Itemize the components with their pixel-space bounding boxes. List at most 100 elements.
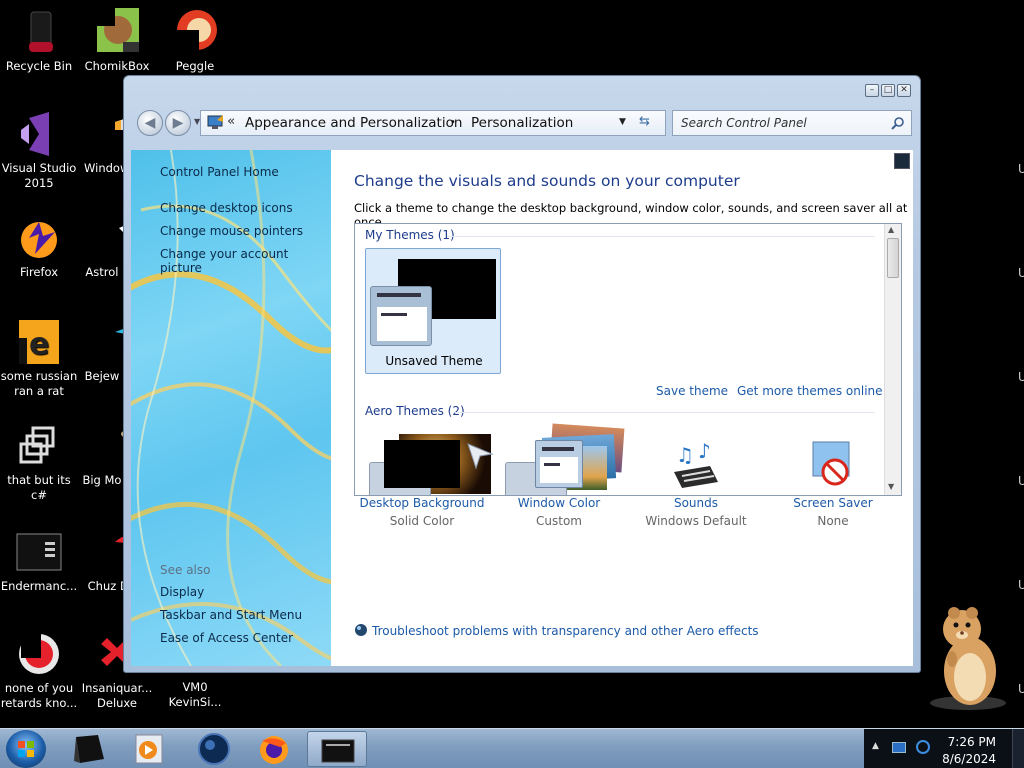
main-content-pane: Change the visuals and sounds on your co… xyxy=(331,150,913,666)
control-panel-window-icon xyxy=(321,739,355,763)
desktop-icon-chomikbox[interactable]: ChomikBox xyxy=(78,8,156,74)
search-placeholder: Search Control Panel xyxy=(681,116,807,130)
taskbar-firefox[interactable] xyxy=(244,731,304,767)
search-icon[interactable] xyxy=(891,115,905,134)
help-icon[interactable] xyxy=(894,153,910,169)
firefox-icon xyxy=(15,214,63,262)
window-color-label: Window Color xyxy=(517,496,601,510)
window-color-value: Custom xyxy=(536,514,582,528)
globe-icon xyxy=(198,733,230,765)
desktop-background-value: Solid Color xyxy=(389,514,455,528)
personalization-window[interactable]: – □ ✕ ◀ ▶ ▼ « Appearance and Personaliza… xyxy=(123,75,921,673)
desktop-icon-label: Visual Studio 2015 xyxy=(1,161,77,190)
clock-time: 7:26 PM xyxy=(947,735,996,749)
address-bar[interactable]: « Appearance and Personalization • Perso… xyxy=(200,110,666,136)
app-window-icon xyxy=(15,528,63,576)
windows-logo-icon xyxy=(18,741,34,757)
clipped-icon-label: U xyxy=(1018,266,1024,280)
hamster-desktop-pet[interactable] xyxy=(924,605,1010,711)
desktop-icon-label: some russian ran a rat xyxy=(0,369,78,398)
taskbar: ▲ 7:26 PM 8/6/2024 xyxy=(0,728,1024,768)
window-client-area: Control Panel Home Change desktop icons … xyxy=(131,150,913,666)
window-color-option[interactable]: Window Color Custom xyxy=(489,440,629,528)
visual-studio-icon xyxy=(15,110,63,158)
address-dropdown-icon[interactable]: ▼ xyxy=(619,117,626,127)
breadcrumb-separator[interactable]: • xyxy=(450,117,456,128)
clock[interactable]: 7:26 PM 8/6/2024 xyxy=(942,734,996,768)
change-mouse-pointers-link[interactable]: Change mouse pointers xyxy=(160,224,303,238)
change-desktop-icons-link[interactable]: Change desktop icons xyxy=(160,201,293,215)
clock-date: 8/6/2024 xyxy=(942,752,996,766)
peggle-icon xyxy=(171,8,219,56)
desktop-icon-visual-studio[interactable]: Visual Studio 2015 xyxy=(0,110,78,191)
desktop-icon-label: Endermanc... xyxy=(0,579,78,593)
save-theme-link[interactable]: Save theme xyxy=(656,384,728,398)
desktop-icon-vm0[interactable]: VM0 KevinSi... xyxy=(156,680,234,710)
desktop-icon-russian-rat[interactable]: e some russian ran a rat xyxy=(0,318,78,399)
clipped-icon-label: U xyxy=(1018,578,1024,592)
window-color-icon xyxy=(535,440,583,488)
network-icon[interactable] xyxy=(892,742,906,753)
volume-icon[interactable] xyxy=(916,740,930,754)
taskbar-app-1[interactable] xyxy=(58,731,118,767)
navigation-bar: ◀ ▶ ▼ « Appearance and Personalization •… xyxy=(132,106,914,140)
sounds-icon: ♫ ♪ xyxy=(674,440,718,488)
sounds-label: Sounds xyxy=(673,496,719,510)
firefox-icon xyxy=(260,736,288,764)
desktop-icon-none-of-you[interactable]: none of you retards kno... xyxy=(0,630,78,711)
screen-saver-value: None xyxy=(817,514,849,528)
group-divider xyxy=(447,236,875,237)
desktop-background-option[interactable]: Desktop Background Solid Color xyxy=(352,440,494,528)
maximize-button[interactable]: □ xyxy=(881,84,895,97)
unsaved-theme-tile[interactable]: Unsaved Theme xyxy=(365,248,501,374)
taskbar-app-3[interactable] xyxy=(184,731,244,767)
clipped-icon-label: U xyxy=(1018,682,1024,696)
back-button[interactable]: ◀ xyxy=(137,110,163,136)
clipped-icon-label: U xyxy=(1018,370,1024,384)
media-player-icon xyxy=(135,734,163,764)
desktop-icon-enderman[interactable]: Endermanc... xyxy=(0,528,78,594)
sounds-option[interactable]: ♫ ♪ Sounds Windows Default xyxy=(626,440,766,528)
desktop-icon-firefox[interactable]: Firefox xyxy=(0,214,78,280)
troubleshoot-globe-icon xyxy=(355,624,367,636)
show-hidden-icons-icon[interactable]: ▲ xyxy=(872,741,879,751)
left-navigation-pane: Control Panel Home Change desktop icons … xyxy=(131,150,331,666)
breadcrumb-appearance-personalization[interactable]: Appearance and Personalization xyxy=(245,115,462,131)
desktop-icon-that-but-its-csharp[interactable]: that but its c# xyxy=(0,422,78,503)
change-account-picture-link[interactable]: Change your account picture xyxy=(160,247,331,275)
page-title: Change the visuals and sounds on your co… xyxy=(354,172,740,190)
get-more-themes-link[interactable]: Get more themes online xyxy=(737,384,883,398)
troubleshoot-aero-link[interactable]: Troubleshoot problems with transparency … xyxy=(354,623,759,638)
taskbar-control-panel-active[interactable] xyxy=(307,731,367,767)
desktop-icon-recycle-bin[interactable]: Recycle Bin xyxy=(0,8,78,74)
desktop-icon-label: that but its c# xyxy=(7,473,71,502)
display-link[interactable]: Display xyxy=(160,585,204,599)
close-button[interactable]: ✕ xyxy=(897,84,911,97)
clipped-icon-label: U xyxy=(1018,162,1024,176)
search-input[interactable]: Search Control Panel xyxy=(672,110,912,136)
svg-text:e: e xyxy=(29,327,49,362)
control-panel-home-link[interactable]: Control Panel Home xyxy=(160,165,279,179)
clipped-icon-label: U xyxy=(1018,474,1024,488)
sounds-value: Windows Default xyxy=(645,514,747,528)
theme-name: Unsaved Theme xyxy=(385,354,483,368)
desktop-icon-label: Insaniquar... Deluxe xyxy=(81,681,153,710)
screen-saver-option[interactable]: Screen Saver None xyxy=(763,440,903,528)
refresh-icon[interactable]: ⇆ xyxy=(639,114,650,129)
minimize-button[interactable]: – xyxy=(865,84,879,97)
taskbar-start-menu-link[interactable]: Taskbar and Start Menu xyxy=(160,608,302,622)
breadcrumb-overflow-icon[interactable]: « xyxy=(227,113,235,129)
scroll-up-icon[interactable]: ▲ xyxy=(888,225,894,234)
scroll-thumb[interactable] xyxy=(887,238,899,278)
svg-text:♫: ♫ xyxy=(676,443,694,467)
breadcrumb-personalization[interactable]: Personalization xyxy=(471,115,573,131)
opera-icon xyxy=(15,630,63,678)
system-tray: ▲ 7:26 PM 8/6/2024 xyxy=(864,729,1024,768)
forward-button[interactable]: ▶ xyxy=(165,110,191,136)
start-button[interactable] xyxy=(6,730,46,768)
taskbar-media-player[interactable] xyxy=(118,731,178,767)
ease-of-access-link[interactable]: Ease of Access Center xyxy=(160,631,293,645)
recycle-bin-icon xyxy=(15,8,63,56)
show-desktop-button[interactable] xyxy=(1012,729,1024,768)
forward-arrow-icon: ▶ xyxy=(172,115,184,131)
